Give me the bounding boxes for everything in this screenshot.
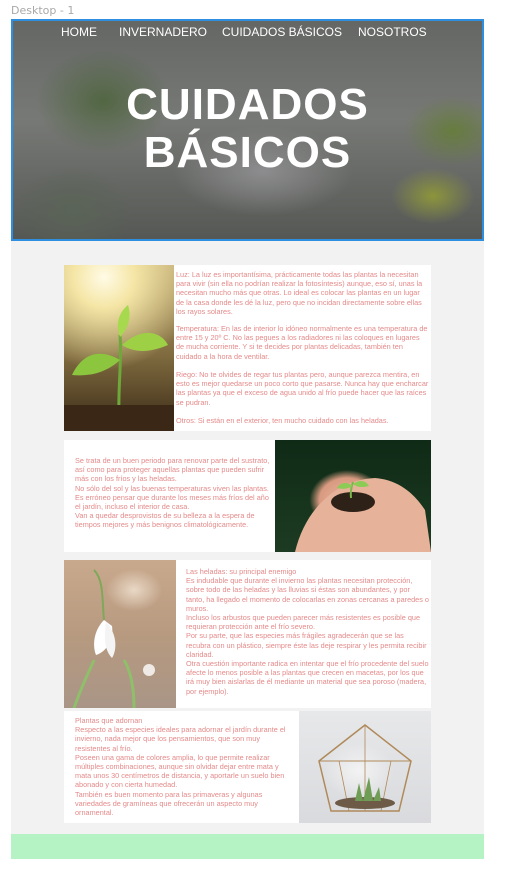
nav-invernadero[interactable]: INVERNADERO <box>119 25 207 39</box>
section-plantas-que-adornan: Plantas que adornan Respecto a las espec… <box>64 711 431 823</box>
nav-cuidados-basicos[interactable]: CUIDADOS BÁSICOS <box>222 25 342 39</box>
paragraph-otros: Otros: Si están en el exterior, ten much… <box>176 416 389 425</box>
glass-terrarium-photo <box>299 711 431 823</box>
section-cuidados-generales: Luz: La luz es importantísima, prácticam… <box>64 265 431 431</box>
nav-home[interactable]: HOME <box>61 25 97 39</box>
sprout-in-soil-photo <box>64 265 174 431</box>
hero-banner: HOME INVERNADERO CUIDADOS BÁSICOS NOSOTR… <box>11 19 484 241</box>
snowdrop-icon <box>72 569 155 708</box>
paragraph-temperatura: Temperatura: En las de interior lo idóne… <box>176 324 428 361</box>
terrarium-icon <box>318 724 412 812</box>
footer-bar <box>11 834 484 859</box>
page-title-line1: CUIDADOS <box>126 80 369 129</box>
paragraph-sustrato: Se trata de un buen periodo para renovar… <box>75 456 270 530</box>
hand-seedling-icon <box>295 478 431 552</box>
page-title: CUIDADOS BÁSICOS <box>13 81 482 177</box>
paragraph-luz: Luz: La luz es importantísima, prácticam… <box>176 270 423 316</box>
paragraph-adornan: Plantas que adornan Respecto a las espec… <box>75 716 286 818</box>
frame-label: Desktop - 1 <box>11 4 75 17</box>
desktop-frame: HOME INVERNADERO CUIDADOS BÁSICOS NOSOTR… <box>11 19 484 859</box>
paragraph-riego: Riego: No te olvides de regar tus planta… <box>176 370 429 407</box>
section-heladas: Las heladas: su principal enemigo Es ind… <box>64 560 431 708</box>
snowdrop-flower-photo <box>64 560 176 708</box>
seedling-in-hand-photo <box>275 440 431 552</box>
sprout-icon <box>64 305 174 431</box>
section-renovar-sustrato: Se trata de un buen periodo para renovar… <box>64 440 431 552</box>
paragraph-heladas: Las heladas: su principal enemigo Es ind… <box>186 567 429 696</box>
nav-nosotros[interactable]: NOSOTROS <box>358 25 427 39</box>
page-title-line2: BÁSICOS <box>143 128 352 177</box>
